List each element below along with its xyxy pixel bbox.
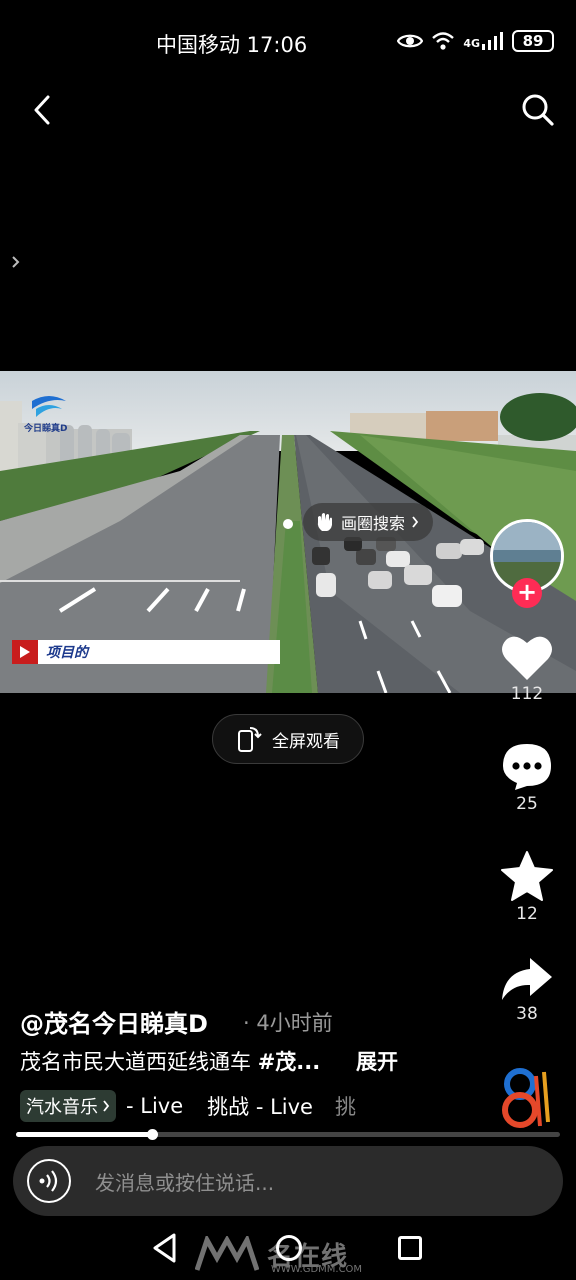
- search-icon: [522, 94, 554, 126]
- music-chip-label: 汽水音乐: [26, 1097, 98, 1118]
- circle-search-button[interactable]: 画圈搜索: [303, 503, 434, 541]
- eye-icon: [397, 34, 424, 48]
- battery-icon: 89: [512, 30, 554, 52]
- system-home-button[interactable]: [276, 1235, 302, 1261]
- message-input-placeholder[interactable]: 发消息或按住说话...: [95, 1167, 274, 1196]
- carrier-time: 中国移动 17:06: [156, 33, 308, 57]
- network-type: 4G: [463, 37, 480, 50]
- fullscreen-label: 全屏观看: [272, 731, 340, 752]
- watermark-logo-icon: [195, 1236, 259, 1271]
- star-icon: [501, 851, 553, 901]
- lower-third-banner: 项目的: [12, 640, 280, 664]
- share-count: 38: [516, 1004, 538, 1024]
- like-button[interactable]: 112: [494, 632, 560, 704]
- voice-button[interactable]: [27, 1159, 71, 1203]
- play-indicator: [283, 519, 293, 529]
- video-progress-bar[interactable]: [16, 1129, 560, 1140]
- comment-icon: [503, 744, 551, 790]
- chevron-left-icon: [34, 95, 50, 125]
- fullscreen-button[interactable]: 全屏观看: [212, 714, 364, 764]
- music-track: 挑: [334, 1095, 356, 1119]
- author-name[interactable]: @茂名今日睇真D: [20, 1004, 208, 1039]
- site-watermark: 名在线 WWW.GDMM.COM: [195, 1232, 362, 1276]
- music-track: 挑战 - Live: [207, 1095, 313, 1119]
- music-row[interactable]: 汽水音乐 - Live 挑战 - Live 挑: [20, 1090, 358, 1122]
- favorite-button[interactable]: 12: [494, 850, 560, 924]
- heart-icon: [502, 636, 552, 680]
- rotate-phone-icon: [238, 727, 262, 752]
- progress-fill: [16, 1132, 152, 1137]
- chevron-right-icon[interactable]: [9, 252, 23, 272]
- chevron-right-icon: [103, 1100, 110, 1112]
- signal-icon: 4G: [463, 32, 504, 50]
- like-count: 112: [510, 684, 544, 704]
- chevron-right-icon: [412, 516, 419, 528]
- watermark-url: WWW.GDMM.COM: [271, 1264, 363, 1275]
- voice-wave-icon: [39, 1170, 58, 1192]
- system-recents-button[interactable]: [398, 1236, 422, 1260]
- lower-third-text: 项目的: [38, 640, 280, 664]
- search-button[interactable]: [516, 88, 560, 132]
- music-track: - Live: [126, 1094, 184, 1118]
- circle-search-label: 画圈搜索: [341, 514, 406, 533]
- comment-count: 25: [516, 794, 538, 814]
- music-chip[interactable]: 汽水音乐: [20, 1090, 116, 1122]
- follow-button[interactable]: +: [512, 578, 542, 608]
- message-input-bar[interactable]: 发消息或按住说话...: [13, 1146, 563, 1216]
- progress-knob[interactable]: [147, 1129, 158, 1140]
- brand-sticker-logo: [502, 1068, 550, 1128]
- wifi-icon: [432, 32, 455, 50]
- share-arrow-icon: [502, 958, 552, 1000]
- description-text: 茂名市民大道西延线通车: [20, 1050, 258, 1074]
- share-button[interactable]: 38: [494, 956, 560, 1024]
- post-description: 茂名市民大道西延线通车 #茂...: [20, 1046, 320, 1076]
- status-bar: 中国移动 17:06 4G 89: [0, 0, 576, 84]
- play-tag-icon: [12, 640, 38, 664]
- video-player[interactable]: 今日睇真D 项目的 画圈搜索: [0, 371, 576, 693]
- favorite-count: 12: [516, 904, 538, 924]
- status-icons: 4G 89: [397, 30, 554, 52]
- back-button[interactable]: [22, 88, 62, 132]
- expand-button[interactable]: 展开: [356, 1046, 398, 1076]
- system-back-button[interactable]: [150, 1232, 180, 1264]
- comment-button[interactable]: 25: [494, 742, 560, 814]
- hashtag-link[interactable]: #茂...: [258, 1050, 321, 1074]
- channel-logo-text: 今日睇真D: [24, 424, 68, 434]
- hand-pointer-icon: [317, 513, 332, 531]
- post-time: · 4小时前: [243, 1011, 333, 1035]
